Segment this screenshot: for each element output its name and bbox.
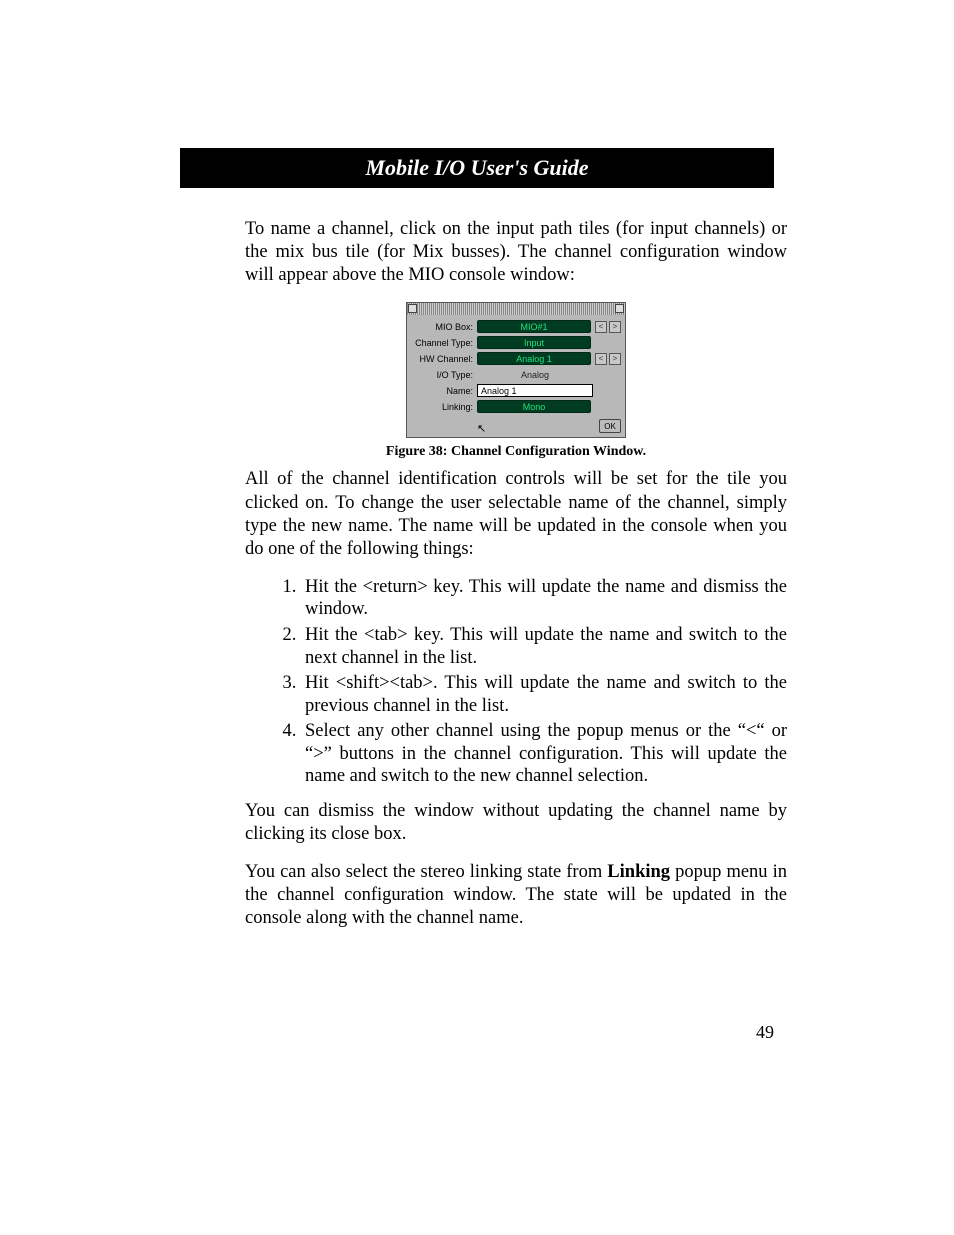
steps-list: Hit the <return> key. This will update t… [245,576,787,788]
name-label: Name: [411,386,477,396]
paragraph-4: You can also select the stereo linking s… [245,861,787,930]
mio-box-popup[interactable]: MIO#1 [477,320,591,333]
window-titlebar [407,303,625,315]
channel-type-popup[interactable]: Input [477,336,591,349]
channel-type-label: Channel Type: [411,338,477,348]
paragraph-4a: You can also select the stereo linking s… [245,862,607,882]
hw-channel-next-button[interactable]: > [609,353,621,365]
cursor-icon: ↖ [477,422,486,435]
name-input[interactable]: Analog 1 [477,384,593,397]
ok-button[interactable]: OK [599,419,621,433]
step-1: Hit the <return> key. This will update t… [301,576,787,621]
hw-channel-prev-button[interactable]: < [595,353,607,365]
page-header: Mobile I/O User's Guide [180,148,774,188]
step-4: Select any other channel using the popup… [301,720,787,788]
channel-config-window: MIO Box: MIO#1 < > Channel Type: Input H… [406,302,626,438]
page-number: 49 [756,1022,774,1043]
figure-38: MIO Box: MIO#1 < > Channel Type: Input H… [245,302,787,460]
paragraph-3: You can dismiss the window without updat… [245,800,787,846]
close-icon[interactable] [408,304,417,313]
linking-popup[interactable]: Mono [477,400,591,413]
header-title: Mobile I/O User's Guide [365,155,588,181]
step-2: Hit the <tab> key. This will update the … [301,624,787,669]
linking-label: Linking: [411,402,477,412]
figure-caption: Figure 38: Channel Configuration Window. [386,444,646,460]
io-type-value: Analog [477,370,593,380]
zoom-icon[interactable] [615,304,624,313]
io-type-label: I/O Type: [411,370,477,380]
mio-box-prev-button[interactable]: < [595,321,607,333]
mio-box-next-button[interactable]: > [609,321,621,333]
page-content: To name a channel, click on the input pa… [245,218,787,946]
hw-channel-label: HW Channel: [411,354,477,364]
linking-bold: Linking [607,862,670,882]
mio-box-label: MIO Box: [411,322,477,332]
paragraph-intro: To name a channel, click on the input pa… [245,218,787,287]
step-3: Hit <shift><tab>. This will update the n… [301,672,787,717]
hw-channel-popup[interactable]: Analog 1 [477,352,591,365]
paragraph-2: All of the channel identification contro… [245,468,787,561]
